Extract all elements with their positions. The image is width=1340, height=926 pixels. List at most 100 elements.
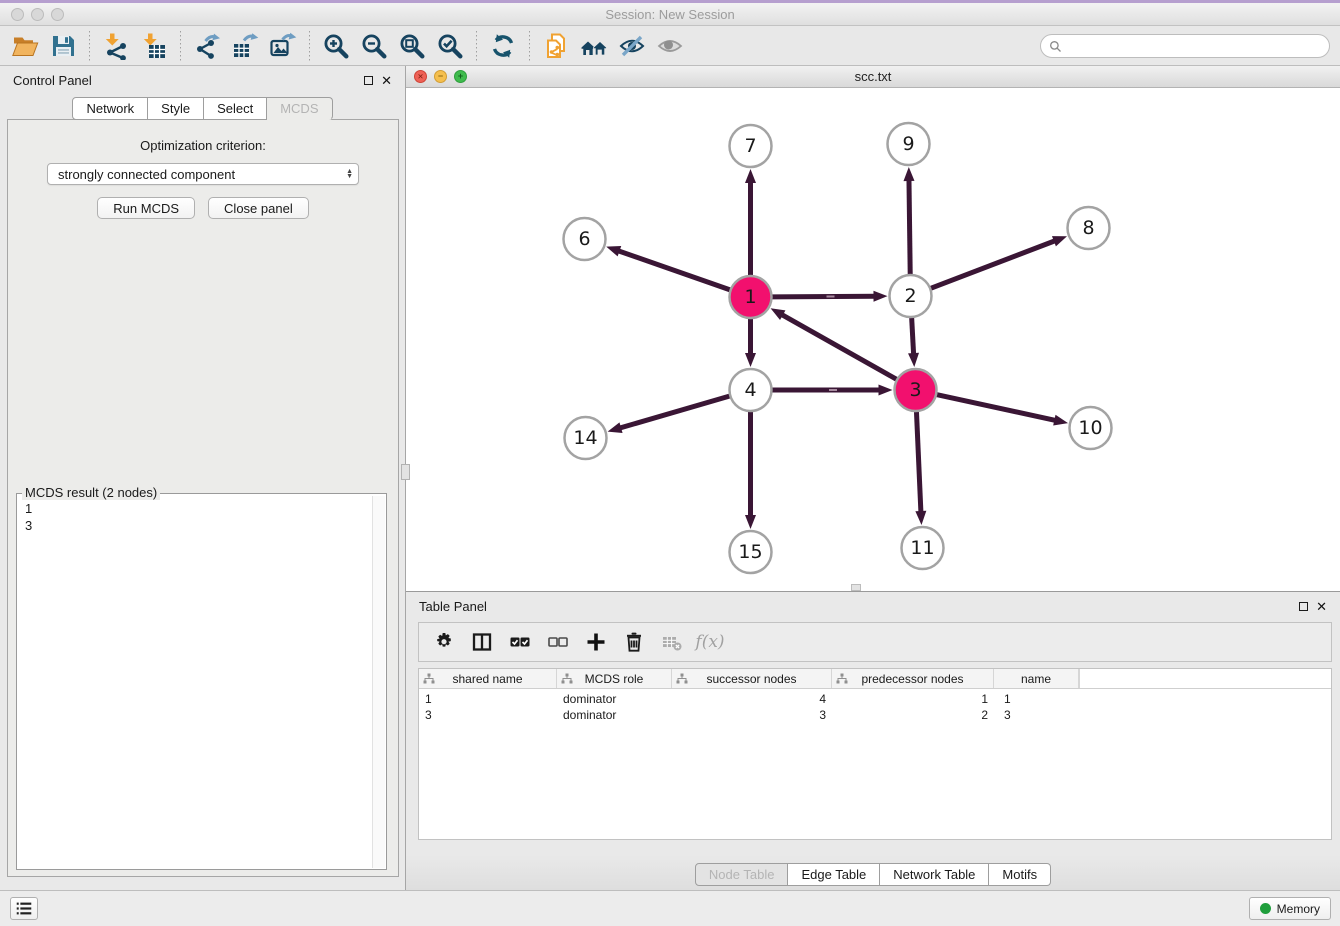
clear-checks-icon[interactable] — [539, 626, 577, 658]
import-table-icon[interactable] — [135, 29, 173, 63]
graph-node-label: 6 — [578, 228, 590, 250]
network-canvas[interactable]: 7 9 6 8 1 2 4 3 14 10 15 11 — [406, 88, 1340, 591]
graph-edge-2-3[interactable] — [908, 318, 919, 367]
result-scrollbar[interactable] — [372, 496, 385, 868]
criterion-selected-value: strongly connected component — [58, 167, 346, 182]
tab-network[interactable]: Network — [72, 97, 148, 120]
horizontal-splitter-handle[interactable] — [851, 584, 861, 591]
graph-node-11[interactable]: 11 — [902, 527, 944, 569]
tab-node-table[interactable]: Node Table — [695, 863, 789, 886]
minimize-view-button[interactable] — [434, 70, 447, 83]
float-panel-icon[interactable] — [364, 76, 373, 85]
select-all-checks-icon[interactable] — [501, 626, 539, 658]
graph-edge-3-10[interactable] — [937, 395, 1068, 426]
table-cell: dominator — [557, 708, 672, 722]
table-toolbar: f(x) — [418, 622, 1332, 662]
network-window-titlebar[interactable]: scc.txt — [406, 66, 1340, 88]
table-cell: 1 — [419, 692, 557, 706]
mcds-result-text[interactable]: 1 3 — [18, 496, 372, 868]
graph-edge-4-15[interactable] — [745, 412, 756, 529]
table-row[interactable]: 1dominator411 — [419, 691, 1331, 707]
open-file-icon[interactable] — [6, 29, 44, 63]
close-panel-icon[interactable] — [381, 74, 392, 87]
graph-node-15[interactable]: 15 — [730, 531, 772, 573]
column-header-label: MCDS role — [585, 672, 644, 686]
settings-icon[interactable] — [425, 626, 463, 658]
column-header-name[interactable]: name — [994, 669, 1079, 688]
column-header-MCDS-role[interactable]: MCDS role — [557, 669, 672, 688]
graph-edge-4-3[interactable] — [773, 385, 893, 396]
column-header-shared-name[interactable]: shared name — [419, 669, 557, 688]
graph-edge-2-9[interactable] — [903, 167, 914, 274]
close-table-panel-icon[interactable] — [1316, 600, 1327, 613]
tab-mcds[interactable]: MCDS — [267, 97, 332, 120]
graph-node-10[interactable]: 10 — [1070, 407, 1112, 449]
graph-edge-3-1[interactable] — [771, 308, 897, 379]
vertical-splitter-handle[interactable] — [401, 464, 410, 480]
column-header-successor-nodes[interactable]: successor nodes — [672, 669, 832, 688]
refresh-layout-icon[interactable] — [484, 29, 522, 63]
search-box[interactable] — [1040, 34, 1330, 58]
tab-edge-table[interactable]: Edge Table — [788, 863, 880, 886]
graph-edge-1-4[interactable] — [745, 319, 756, 367]
column-header-label: successor nodes — [706, 672, 796, 686]
save-session-icon[interactable] — [44, 29, 82, 63]
column-header-predecessor-nodes[interactable]: predecessor nodes — [832, 669, 994, 688]
zoom-out-icon[interactable] — [355, 29, 393, 63]
graph-node-14[interactable]: 14 — [565, 417, 607, 459]
tab-motifs[interactable]: Motifs — [989, 863, 1051, 886]
delete-table-icon — [653, 626, 691, 658]
maximize-view-button[interactable] — [454, 70, 467, 83]
export-table-icon[interactable] — [226, 29, 264, 63]
graph-node-8[interactable]: 8 — [1068, 207, 1110, 249]
table-cell: 4 — [672, 692, 832, 706]
close-view-button[interactable] — [414, 70, 427, 83]
import-network-icon[interactable] — [97, 29, 135, 63]
criterion-select[interactable]: strongly connected component ▲▼ — [47, 163, 359, 185]
control-panel-header: Control Panel — [0, 66, 405, 94]
tab-network-table[interactable]: Network Table — [880, 863, 989, 886]
maximize-window-button[interactable] — [51, 8, 64, 21]
first-neighbors-icon[interactable] — [575, 29, 613, 63]
graph-node-9[interactable]: 9 — [888, 123, 930, 165]
hide-details-icon[interactable] — [613, 29, 651, 63]
graph-node-6[interactable]: 6 — [564, 218, 606, 260]
graph-node-4[interactable]: 4 — [730, 369, 772, 411]
search-input[interactable] — [1067, 39, 1321, 54]
split-view-icon[interactable] — [463, 626, 501, 658]
app-title: Session: New Session — [0, 7, 1340, 22]
zoom-fit-icon[interactable] — [393, 29, 431, 63]
close-panel-button[interactable]: Close panel — [208, 197, 309, 219]
graph-edge-1-6[interactable] — [606, 246, 730, 290]
graph-edge-4-14[interactable] — [608, 396, 730, 433]
graph-edge-3-11[interactable] — [915, 412, 926, 525]
float-table-panel-icon[interactable] — [1299, 602, 1308, 611]
graph-node-1[interactable]: 1 — [730, 276, 772, 318]
graph-node-2[interactable]: 2 — [890, 275, 932, 317]
memory-button[interactable]: Memory — [1249, 897, 1331, 920]
tree-icon — [423, 673, 435, 685]
tab-style[interactable]: Style — [148, 97, 204, 120]
table-header-row: shared name MCDS role successor nodes prede… — [419, 669, 1331, 689]
delete-column-icon[interactable] — [615, 626, 653, 658]
show-details-icon[interactable] — [651, 29, 689, 63]
graph-node-7[interactable]: 7 — [730, 125, 772, 167]
graph-node-3[interactable]: 3 — [895, 369, 937, 411]
graph-node-label: 15 — [738, 541, 762, 563]
task-history-button[interactable] — [10, 897, 38, 920]
close-window-button[interactable] — [11, 8, 24, 21]
zoom-selected-icon[interactable] — [431, 29, 469, 63]
export-network-icon[interactable] — [188, 29, 226, 63]
graph-edge-1-2[interactable] — [772, 291, 887, 302]
add-column-icon[interactable] — [577, 626, 615, 658]
graph-node-label: 7 — [744, 135, 756, 157]
graph-edge-1-7[interactable] — [745, 169, 756, 275]
clone-network-icon[interactable] — [537, 29, 575, 63]
zoom-in-icon[interactable] — [317, 29, 355, 63]
minimize-window-button[interactable] — [31, 8, 44, 21]
table-row[interactable]: 3dominator323 — [419, 707, 1331, 723]
tab-select[interactable]: Select — [204, 97, 267, 120]
run-mcds-button[interactable]: Run MCDS — [97, 197, 195, 219]
graph-edge-2-8[interactable] — [931, 236, 1067, 288]
export-image-icon[interactable] — [264, 29, 302, 63]
